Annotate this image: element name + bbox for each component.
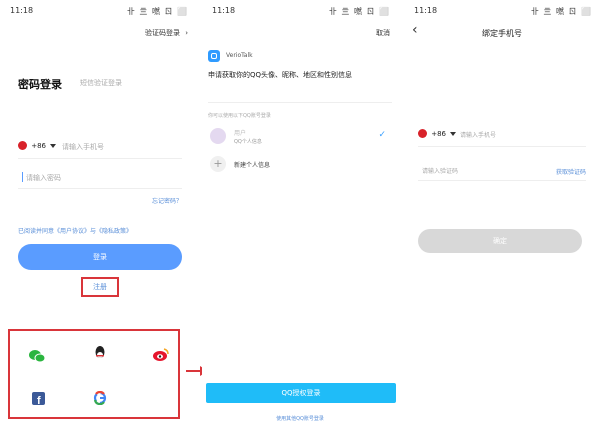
checkmark-icon: ✓ bbox=[378, 130, 386, 140]
account-name: 用户 bbox=[234, 130, 247, 137]
section-divider bbox=[208, 102, 392, 103]
status-time: 11:18 bbox=[212, 6, 236, 15]
agreement-text[interactable]: 已阅读并同意《用户协议》与《隐私政策》 bbox=[18, 226, 132, 235]
svg-text:f: f bbox=[37, 395, 41, 405]
account-avatar bbox=[210, 128, 226, 144]
status-bar: 11:18 卝 亖 嘫 ㄖ ⬜ bbox=[210, 6, 390, 18]
forgot-password-link[interactable]: 忘记密码？ bbox=[152, 196, 182, 205]
wechat-icon[interactable] bbox=[29, 348, 45, 364]
app-name: VerioTalk bbox=[226, 52, 253, 59]
caret-down-icon bbox=[450, 131, 457, 136]
section-label: 你可以使用以下QQ账号登录 bbox=[208, 113, 271, 119]
password-divider bbox=[18, 188, 182, 189]
get-code-button[interactable]: 获取验证码 bbox=[556, 167, 586, 176]
register-link[interactable]: 注册 bbox=[81, 282, 119, 292]
status-icons: 卝 亖 嘫 ㄖ ⬜ bbox=[530, 7, 592, 16]
add-account-label: 新建个人信息 bbox=[234, 162, 271, 169]
weibo-icon[interactable] bbox=[153, 347, 169, 363]
status-time: 11:18 bbox=[414, 6, 438, 15]
cancel-button[interactable]: 取消 bbox=[376, 28, 390, 38]
phone-divider bbox=[418, 146, 586, 147]
permission-text: 申请获取你的QQ头像、昵称、地区和性别信息 bbox=[208, 71, 353, 79]
tab-password-login[interactable]: 密码登录 bbox=[18, 76, 62, 92]
password-input[interactable]: 请输入密码 bbox=[26, 173, 61, 183]
phone-input[interactable]: 请输入手机号 bbox=[62, 142, 104, 152]
qq-authorize-button[interactable]: QQ授权登录 bbox=[206, 383, 396, 403]
status-icons: 卝 亖 嘫 ㄖ ⬜ bbox=[126, 7, 188, 16]
add-account-row[interactable]: + 新建个人信息 bbox=[208, 154, 392, 174]
other-qq-account-link[interactable]: 使用其他QQ账号登录 bbox=[202, 415, 398, 422]
app-logo-icon bbox=[208, 50, 220, 62]
facebook-icon[interactable]: f bbox=[30, 390, 46, 406]
country-code: +86 bbox=[31, 141, 47, 150]
code-divider bbox=[418, 180, 586, 181]
phone-divider bbox=[18, 158, 182, 159]
login-screen: 11:18 卝 亖 嘫 ㄖ ⬜ 验证码登录 › 密码登录 短信验证登录 +86 … bbox=[0, 0, 196, 434]
confirm-button[interactable]: 确定 bbox=[418, 229, 582, 253]
caret-down-icon bbox=[50, 143, 57, 148]
country-code-selector[interactable]: +86 bbox=[418, 129, 457, 138]
code-input[interactable]: 请输入验证码 bbox=[422, 166, 458, 175]
country-code: +86 bbox=[431, 129, 447, 138]
china-flag-icon bbox=[418, 129, 427, 138]
page-title: 绑定手机号 bbox=[482, 29, 522, 38]
sms-login-link[interactable]: 验证码登录 › bbox=[145, 28, 188, 38]
sms-login-label: 验证码登录 bbox=[144, 29, 180, 37]
status-time: 11:18 bbox=[10, 6, 34, 15]
account-sub: QQ个人信息 bbox=[234, 139, 262, 145]
qq-authorize-screen: 11:18 卝 亖 嘫 ㄖ ⬜ 取消 VerioTalk 申请获取你的QQ头像、… bbox=[202, 0, 398, 434]
status-icons: 卝 亖 嘫 ㄖ ⬜ bbox=[328, 7, 390, 16]
chevron-right-icon: › bbox=[185, 29, 188, 37]
phone-input[interactable]: 请输入手机号 bbox=[460, 130, 496, 139]
qq-icon[interactable] bbox=[92, 346, 108, 362]
plus-icon: + bbox=[210, 156, 226, 172]
bind-phone-screen: 11:18 卝 亖 嘫 ㄖ ⬜ ‹ 绑定手机号 +86 请输入手机号 请输入验证… bbox=[404, 0, 600, 434]
qq-account-row[interactable]: 用户 QQ个人信息 ✓ bbox=[208, 126, 392, 148]
china-flag-icon bbox=[18, 141, 27, 150]
google-icon[interactable] bbox=[92, 390, 108, 406]
status-bar: 11:18 卝 亖 嘫 ㄖ ⬜ bbox=[412, 6, 592, 18]
tab-sms-login[interactable]: 短信验证登录 bbox=[80, 78, 122, 88]
login-button[interactable]: 登录 bbox=[18, 244, 182, 270]
text-cursor bbox=[22, 172, 23, 182]
status-bar: 11:18 卝 亖 嘫 ㄖ ⬜ bbox=[8, 6, 188, 18]
country-code-selector[interactable]: +86 bbox=[18, 141, 57, 150]
